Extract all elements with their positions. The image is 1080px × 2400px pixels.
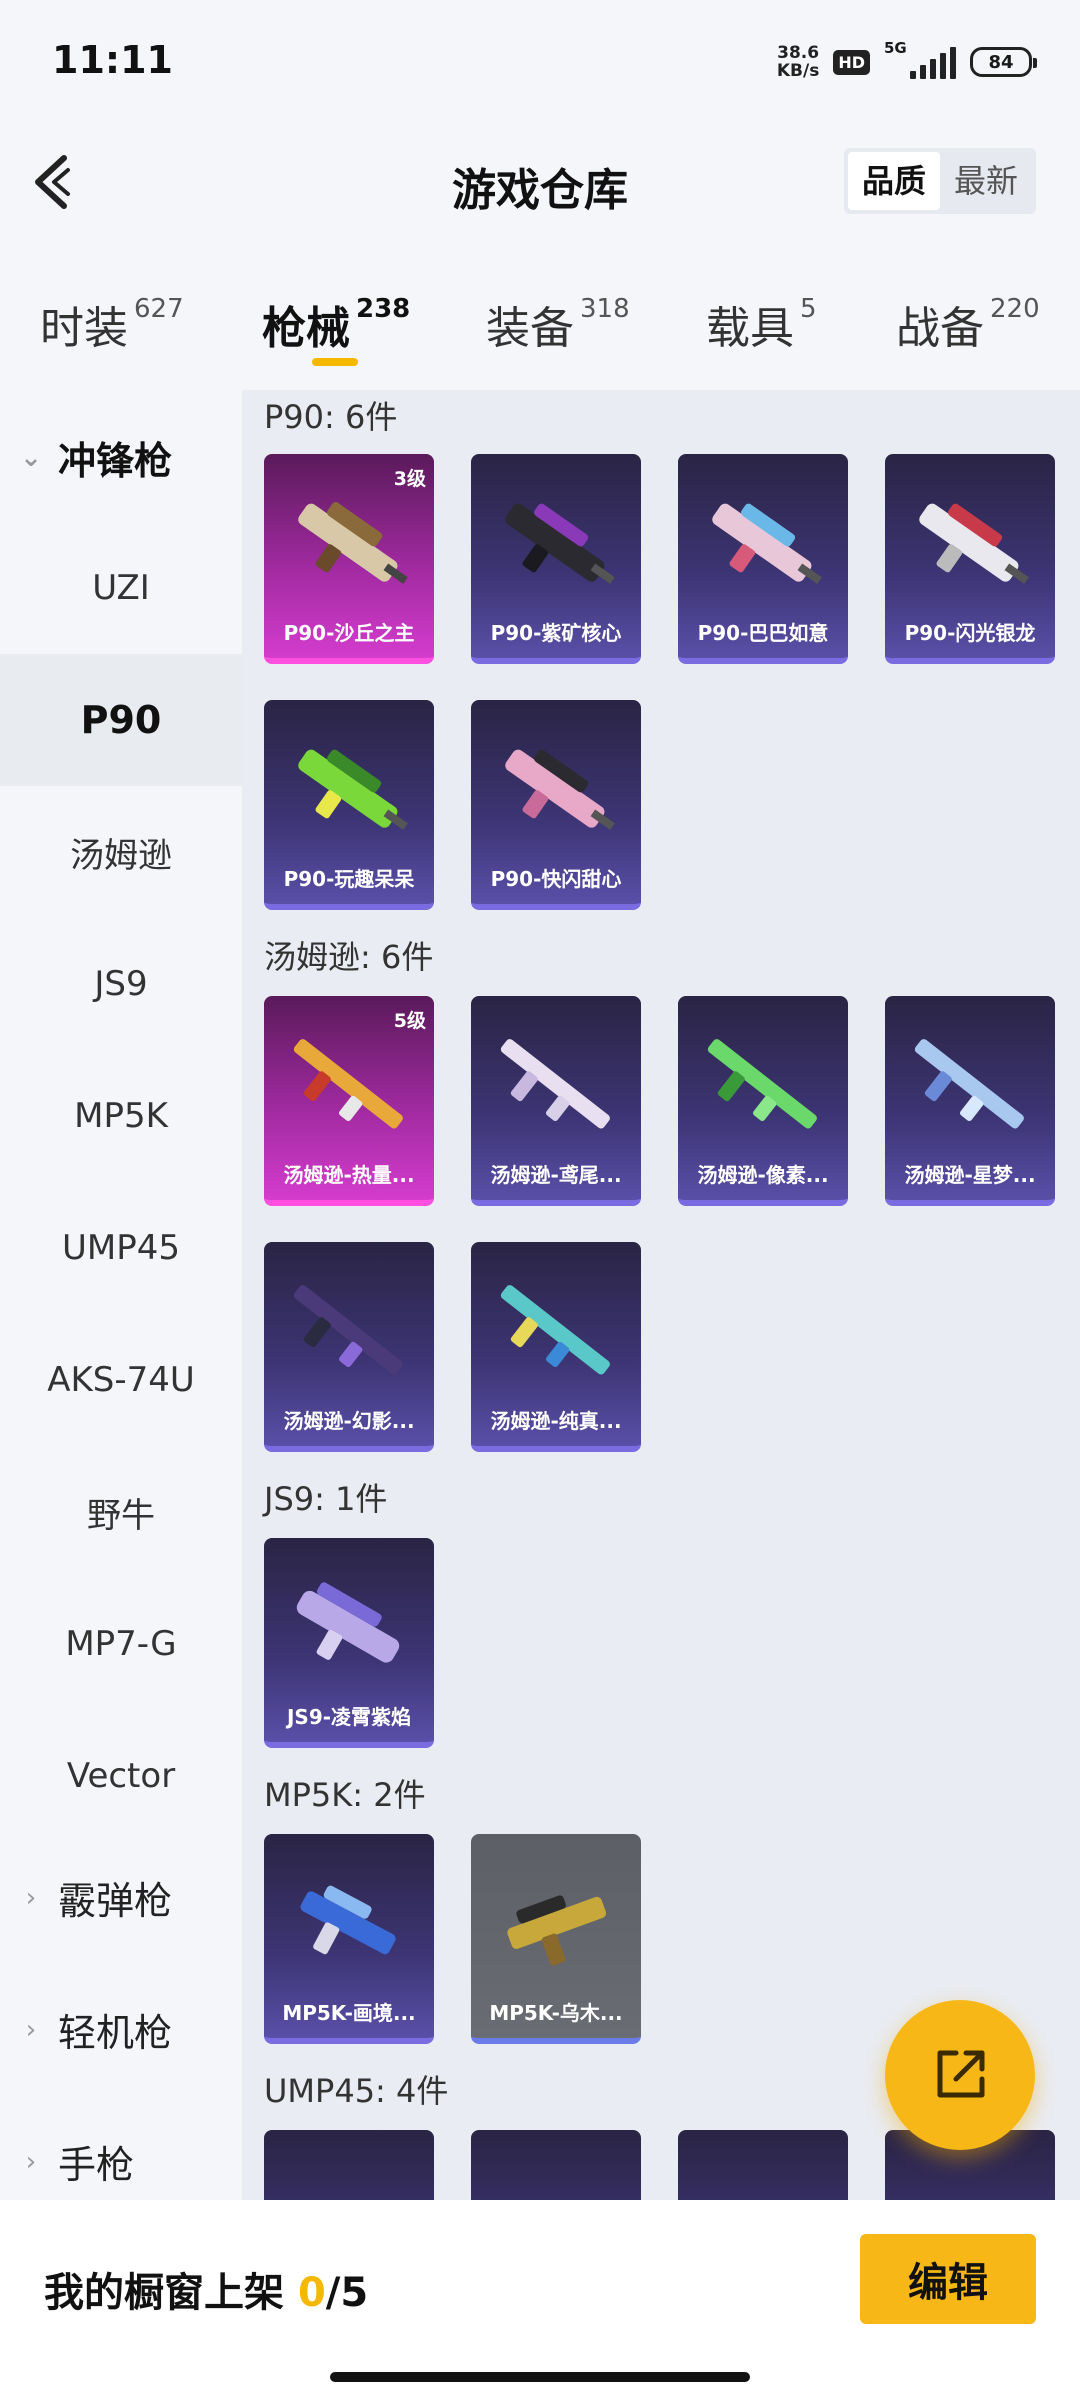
gun-icon [707, 1039, 817, 1129]
network-speed: 38.6 KB/s [776, 43, 820, 81]
gun-icon [500, 1039, 610, 1129]
status-icons: 38.6 KB/s HD 5G 84 [776, 39, 1037, 84]
active-tab-indicator [312, 358, 358, 366]
skin-card[interactable]: P90-快闪甜心 [471, 700, 641, 910]
edit-button[interactable]: 编辑 [860, 2234, 1036, 2324]
item-grid: P90: 6件 3级 P90-沙丘之主 P90-紫矿核心 P90-巴巴如意 P9… [242, 390, 1080, 2200]
tab-vehicles[interactable]: 载具 5 [706, 292, 817, 356]
tab-supplies[interactable]: 战备 220 [896, 292, 1040, 356]
sort-toggle: 品质 最新 [843, 148, 1036, 214]
gun-icon [505, 503, 615, 584]
sidebar-group-shotgun[interactable]: › 霰弹枪 [20, 1870, 172, 1925]
gun-icon [293, 1285, 403, 1375]
header: 游戏仓库 品质 最新 [0, 120, 1080, 240]
chevron-right-icon: › [25, 2014, 37, 2045]
sidebar-item-vector[interactable]: Vector [0, 1710, 242, 1842]
hd-icon: HD [833, 49, 870, 75]
skin-card[interactable]: P90-巴巴如意 [678, 454, 848, 664]
gun-icon [914, 1039, 1024, 1129]
section-title: MP5K: 2件 [264, 1776, 426, 1814]
home-indicator[interactable] [330, 2372, 750, 2382]
skin-card[interactable]: P90-闪光银龙 [885, 454, 1055, 664]
sidebar-group-lmg[interactable]: › 轻机枪 [20, 2002, 172, 2057]
gun-icon [500, 1285, 610, 1375]
skin-card[interactable]: MP5K-画境... [264, 1834, 434, 2044]
chevron-down-icon: ⌄ [20, 442, 42, 473]
gun-icon [300, 1885, 396, 1955]
share-button[interactable] [885, 2000, 1035, 2150]
sidebar-item-bison[interactable]: 野牛 [0, 1446, 242, 1578]
skin-card[interactable]: 汤姆逊-像素... [678, 996, 848, 1206]
gun-icon [298, 502, 408, 584]
skin-card[interactable]: 汤姆逊-星梦... [885, 996, 1055, 1206]
status-bar: 11:11 38.6 KB/s HD 5G 84 [0, 0, 1080, 120]
share-icon [937, 2050, 985, 2098]
gun-icon [919, 503, 1029, 584]
showcase-status: 我的橱窗上架 0/5 [44, 2270, 369, 2316]
tab-firearms[interactable]: 枪械 238 [262, 292, 410, 356]
skin-card[interactable]: P90-紫矿核心 [471, 454, 641, 664]
gun-icon [298, 749, 408, 830]
gun-icon [507, 1895, 607, 1966]
gun-icon [505, 749, 615, 830]
section-title: P90: 6件 [264, 398, 398, 436]
sidebar-item-thompson[interactable]: 汤姆逊 [0, 786, 242, 918]
sidebar-item-p90[interactable]: P90 [0, 654, 242, 786]
gun-icon [296, 1582, 400, 1663]
sidebar: ⌄ 冲锋枪 UZI P90 汤姆逊 JS9 MP5K UMP45 AKS-74U… [0, 390, 242, 2210]
skin-card[interactable]: 5级 汤姆逊-热量... [264, 996, 434, 1206]
skin-card[interactable]: 3级 P90-沙丘之主 [264, 454, 434, 664]
skin-card[interactable]: MP5K-乌木... [471, 1834, 641, 2044]
sidebar-group-pistol[interactable]: › 手枪 [20, 2134, 134, 2189]
skin-card[interactable] [471, 2130, 641, 2200]
skin-card[interactable]: JS9-凌霄紫焰 [264, 1538, 434, 1748]
sidebar-group-smg[interactable]: ⌄ 冲锋枪 [20, 430, 172, 485]
sidebar-item-aks74u[interactable]: AKS-74U [0, 1314, 242, 1446]
sidebar-item-mp5k[interactable]: MP5K [0, 1050, 242, 1182]
skin-card[interactable]: 汤姆逊-纯真... [471, 1242, 641, 1452]
category-tabs: 时装 627 枪械 238 装备 318 载具 5 战备 220 [0, 270, 1080, 380]
section-title: 汤姆逊: 6件 [264, 938, 434, 976]
chevron-right-icon: › [25, 1882, 37, 1913]
tab-fashion[interactable]: 时装 627 [40, 292, 184, 356]
sidebar-item-js9[interactable]: JS9 [0, 918, 242, 1050]
sidebar-item-mp7g[interactable]: MP7-G [0, 1578, 242, 1710]
sort-quality-button[interactable]: 品质 [847, 152, 940, 210]
tab-equipment[interactable]: 装备 318 [486, 292, 630, 356]
skin-card[interactable] [264, 2130, 434, 2200]
sidebar-item-uzi[interactable]: UZI [0, 522, 242, 654]
skin-card[interactable] [678, 2130, 848, 2200]
gun-icon [293, 1039, 403, 1129]
skin-card[interactable]: P90-玩趣呆呆 [264, 700, 434, 910]
skin-card[interactable]: 汤姆逊-鸢尾... [471, 996, 641, 1206]
skin-card[interactable]: 汤姆逊-幻影... [264, 1242, 434, 1452]
battery-icon: 84 [970, 47, 1037, 77]
gun-icon [712, 503, 822, 584]
sidebar-item-ump45[interactable]: UMP45 [0, 1182, 242, 1314]
chevron-right-icon: › [25, 2146, 37, 2177]
section-title: JS9: 1件 [264, 1480, 388, 1518]
status-time: 11:11 [52, 38, 173, 82]
signal-icon: 5G [884, 39, 956, 79]
section-title: UMP45: 4件 [264, 2072, 449, 2110]
bottom-bar: 我的橱窗上架 0/5 编辑 [0, 2200, 1080, 2400]
sort-newest-button[interactable]: 最新 [940, 152, 1032, 210]
